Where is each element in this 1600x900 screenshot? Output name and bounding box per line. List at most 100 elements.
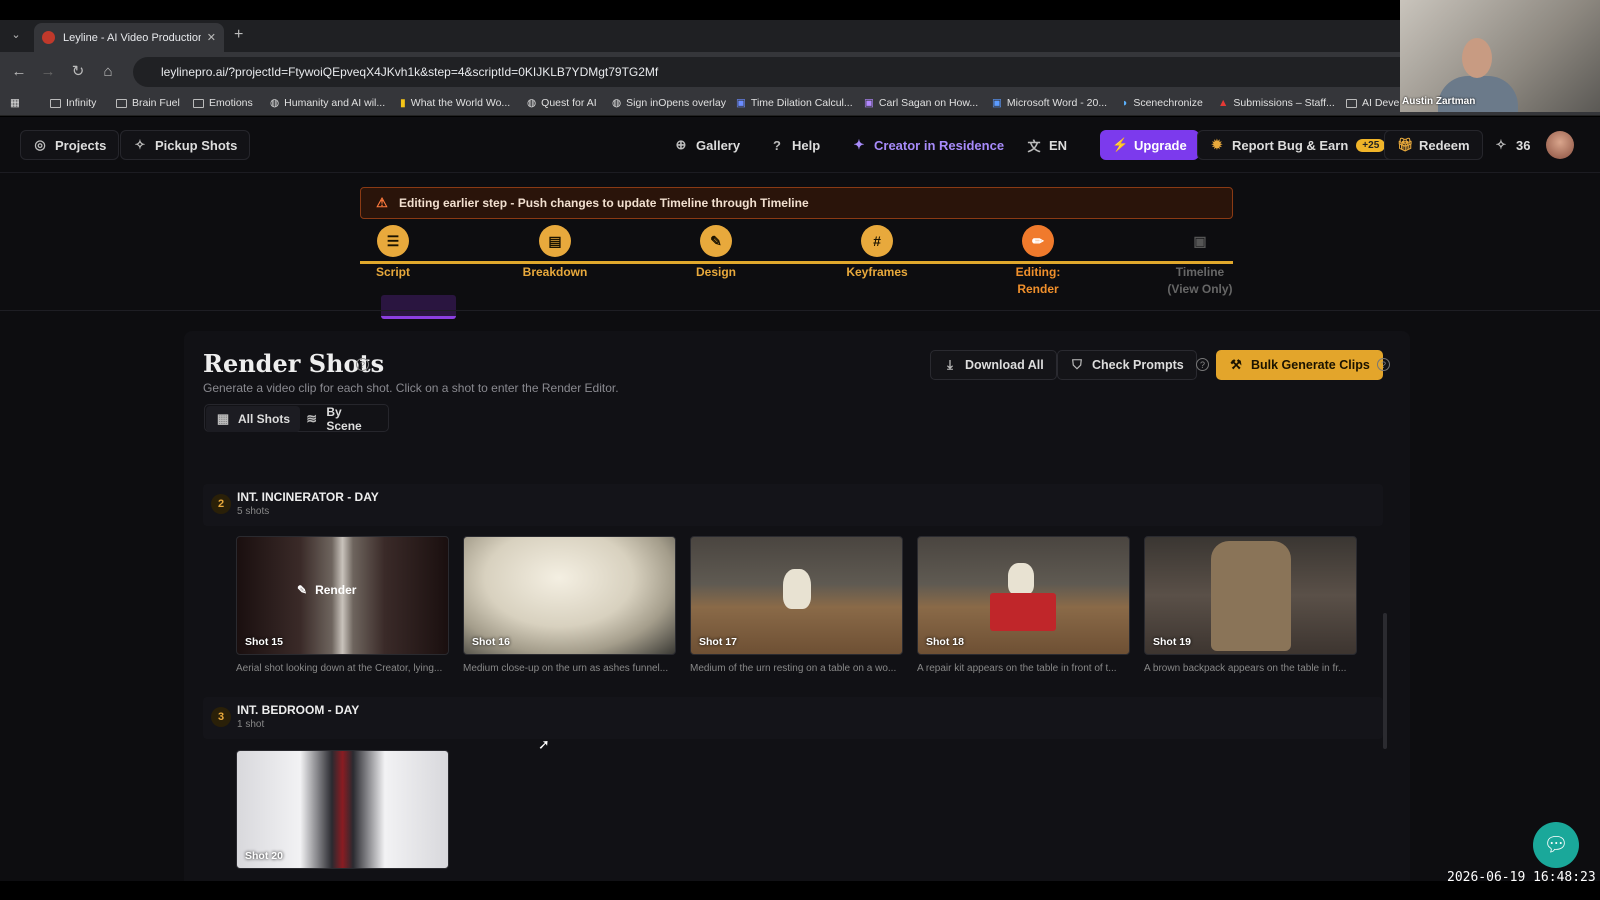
view-toggle: ▦ All Shots ≋ By Scene <box>204 404 389 433</box>
apps-icon[interactable]: ▦ <box>10 97 20 109</box>
upgrade-label: Upgrade <box>1134 137 1187 153</box>
projects-button[interactable]: ◎ Projects <box>20 130 120 160</box>
edit-icon: ✎ <box>297 583 308 597</box>
credits-counter[interactable]: ✧ 36 <box>1482 130 1542 160</box>
chat-bubble-icon[interactable]: 💬︎ <box>1533 822 1579 868</box>
upgrade-button[interactable]: ⚡ Upgrade <box>1100 130 1199 160</box>
all-shots-tab[interactable]: ▦ All Shots <box>206 406 301 432</box>
translate-icon: 文 <box>1027 138 1041 154</box>
language-button[interactable]: 文 EN <box>1015 130 1079 160</box>
urn-image <box>783 569 811 609</box>
bookmark-label: Quest for AI <box>541 97 597 109</box>
gift-icon: 🎁︎ <box>1397 137 1414 152</box>
bookmark-item[interactable]: ◍ Humanity and AI wil... <box>270 97 385 109</box>
step-label-2: (View Only) <box>1167 282 1233 296</box>
bookmark-item[interactable]: ▣ Carl Sagan on How... <box>864 97 978 109</box>
step-breakdown[interactable]: ▤ Breakdown <box>500 225 610 279</box>
step-editing-render[interactable]: ✏ Editing: Render <box>983 225 1093 296</box>
address-bar-row: ← → ↻ ⌂ leylinepro.ai/?projectId=FtywoiQ… <box>0 52 1600 92</box>
pencil-icon: ✏ <box>1022 225 1054 257</box>
bookmark-label: AI Deve <box>1362 97 1400 109</box>
shot-card[interactable]: Shot 18 <box>917 536 1130 655</box>
url-field[interactable]: leylinepro.ai/?projectId=FtywoiQEpveqX4J… <box>133 57 1573 87</box>
folder-icon <box>193 98 204 108</box>
help-icon[interactable]: ? <box>1377 358 1390 371</box>
download-all-button[interactable]: ⤓ Download All <box>930 350 1057 380</box>
render-overlay[interactable]: ✎ Render <box>297 583 356 597</box>
layers-icon: ≋ <box>306 411 318 426</box>
bookmark-item[interactable]: ◍ Quest for AI <box>527 97 597 109</box>
redeem-button[interactable]: 🎁︎ Redeem <box>1384 130 1483 160</box>
download-label: Download All <box>965 358 1044 372</box>
close-tab-icon[interactable]: ✕ <box>207 31 216 44</box>
by-scene-tab[interactable]: ≋ By Scene <box>295 405 388 433</box>
progress-line <box>360 261 1233 264</box>
scene-shot-count: 5 shots <box>237 506 270 517</box>
shot-card[interactable]: Shot 16 <box>463 536 676 655</box>
scene-header[interactable]: 2 INT. INCINERATOR - DAY 5 shots <box>203 484 1383 526</box>
shot-card[interactable]: Shot 17 <box>690 536 903 655</box>
active-subtab-indicator[interactable] <box>381 295 456 319</box>
shot-card[interactable]: ✎ Render Shot 15 <box>236 536 449 655</box>
bookmark-label: Sign inOpens overlay <box>626 97 726 109</box>
bookmark-item[interactable]: ▣ Time Dilation Calcul... <box>736 97 853 109</box>
help-icon[interactable]: ? <box>1196 358 1209 371</box>
language-label: EN <box>1049 137 1068 153</box>
browser-tab[interactable]: Leyline - AI Video Production F ✕ <box>34 23 224 52</box>
magic-wand-icon: ⚒ <box>1230 357 1242 372</box>
shot-description: A brown backpack appears on the table in… <box>1144 663 1347 674</box>
repair-kit-image <box>990 593 1056 631</box>
folder-icon <box>1346 98 1357 108</box>
bookmark-item[interactable]: AI Deve <box>1346 97 1399 109</box>
film-icon: ▣ <box>1193 233 1207 249</box>
step-timeline[interactable]: ▣ Timeline (View Only) <box>1145 225 1255 296</box>
bookmark-item[interactable]: ▲ Submissions – Staff... <box>1218 97 1335 109</box>
gallery-link[interactable]: ⊕ Gallery <box>662 130 752 160</box>
report-bug-button[interactable]: ✹ Report Bug & Earn +25 <box>1197 130 1399 160</box>
tab-list-icon[interactable]: ⌄ <box>8 28 24 44</box>
creator-in-residence-link[interactable]: ✦ Creator in Residence <box>840 130 1016 160</box>
new-tab-icon[interactable]: + <box>234 26 243 44</box>
check-prompts-button[interactable]: ⛉ Check Prompts <box>1057 350 1197 380</box>
globe-icon: ◍ <box>612 97 622 109</box>
shot-card[interactable]: Shot 19 <box>1144 536 1357 655</box>
bookmark-item[interactable]: Brain Fuel <box>116 97 180 109</box>
forward-icon[interactable]: → <box>38 62 58 82</box>
home-icon[interactable]: ⌂ <box>98 62 118 82</box>
bulk-label: Bulk Generate Clips <box>1251 358 1370 372</box>
download-icon: ⤓ <box>947 357 953 372</box>
bookmark-label: What the World Wo... <box>410 97 511 109</box>
globe-icon: ⊕ <box>675 137 687 152</box>
bulk-generate-button[interactable]: ⚒ Bulk Generate Clips <box>1216 350 1383 380</box>
reload-icon[interactable]: ↻ <box>68 62 88 82</box>
step-label: Script <box>375 265 410 279</box>
webcam-overlay: Austin Zartman <box>1400 0 1600 112</box>
warning-text: Editing earlier step - Push changes to u… <box>399 196 809 210</box>
top-nav: ◎ Projects ✧ Pickup Shots ⊕ Gallery ? Help ✦… <box>0 117 1600 173</box>
bookmark-item[interactable]: Infinity <box>50 97 96 109</box>
bookmark-item[interactable]: ▣ Microsoft Word - 20... <box>992 97 1107 109</box>
step-design[interactable]: ✎ Design <box>661 225 771 279</box>
help-icon[interactable]: ? <box>356 358 369 371</box>
scene-header[interactable]: 3 INT. BEDROOM - DAY 1 shot <box>203 697 1383 739</box>
scrollbar[interactable] <box>1383 613 1387 749</box>
page-subtitle: Generate a video clip for each shot. Cli… <box>203 381 619 395</box>
shield-icon: ⛉ <box>1072 357 1082 372</box>
bookmark-item[interactable]: Emotions <box>193 97 253 109</box>
shot-label: Shot 20 <box>245 850 283 862</box>
globe-icon: ◍ <box>270 97 280 109</box>
step-keyframes[interactable]: # Keyframes <box>822 225 932 279</box>
bookmark-item[interactable]: ◗ Scenechronize <box>1122 97 1203 109</box>
back-icon[interactable]: ← <box>9 62 29 82</box>
pickup-shots-button[interactable]: ✧ Pickup Shots <box>120 130 251 160</box>
help-link[interactable]: ? Help <box>758 130 832 160</box>
shot-card[interactable]: Shot 20 <box>236 750 449 869</box>
folder-icon <box>50 98 61 108</box>
scene-number: 3 <box>211 707 231 727</box>
bookmark-item[interactable]: ▮ What the World Wo... <box>400 97 510 109</box>
leyline-favicon-icon <box>42 31 55 44</box>
folder-icon <box>116 98 127 108</box>
step-script[interactable]: ☰ Script <box>338 225 448 279</box>
bookmark-item[interactable]: ◍ Sign inOpens overlay <box>612 97 726 109</box>
user-avatar[interactable] <box>1546 131 1574 159</box>
